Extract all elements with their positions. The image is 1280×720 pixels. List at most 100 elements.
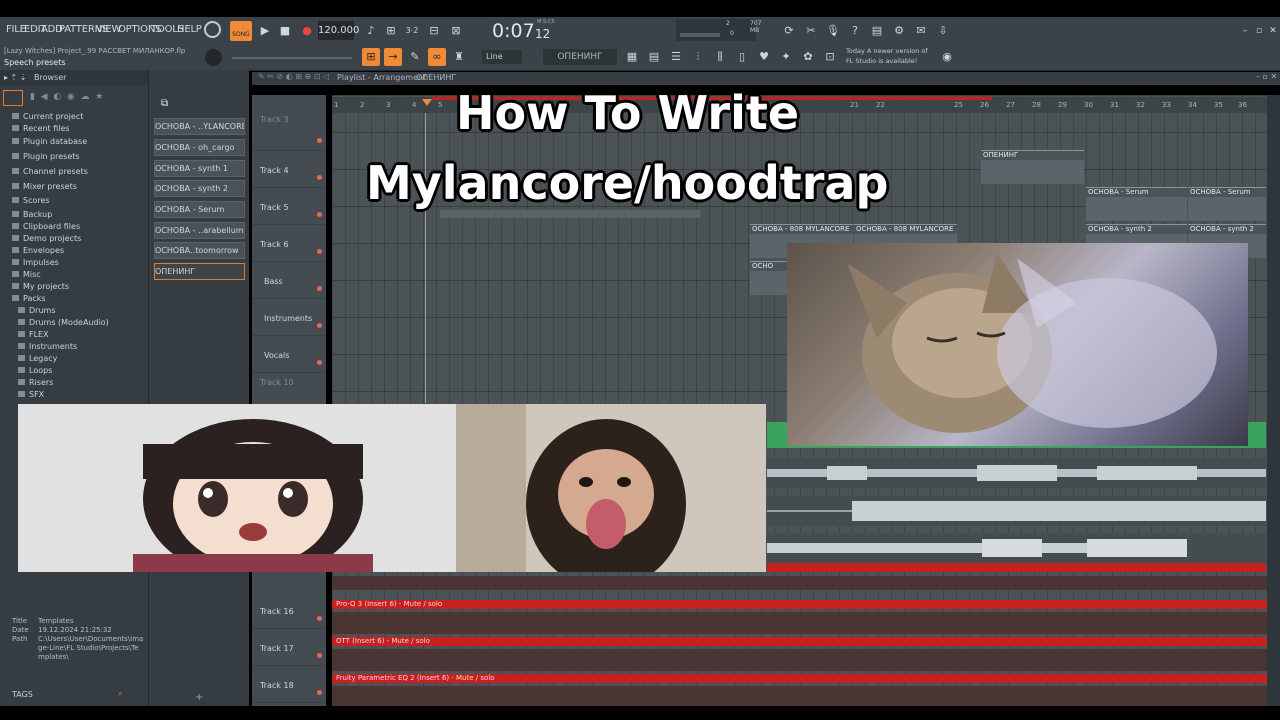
browser-header[interactable]: ▸ ⇡ ⇣ Browser	[0, 70, 148, 86]
pack-item-drums[interactable]: Drums	[18, 306, 55, 315]
pattern-item[interactable]: ОСНОВА - Serum	[154, 201, 245, 218]
arrow-icon[interactable]: →	[384, 48, 402, 66]
browser-arrows-icon[interactable]: ▸ ⇡ ⇣	[4, 70, 27, 86]
browser-all-tab[interactable]	[3, 90, 23, 106]
browser-item-impulses[interactable]: Impulses	[12, 258, 59, 267]
audio-clip[interactable]	[767, 458, 1266, 488]
master-pitch-slider[interactable]	[232, 57, 352, 59]
track-header[interactable]: Bass	[252, 261, 326, 299]
add-pattern-icon[interactable]: +	[195, 692, 203, 703]
mixer-icon[interactable]: ✂	[802, 22, 820, 40]
pattern-item[interactable]: ОСНОВА - ..YLANCORE	[154, 118, 245, 135]
download-icon[interactable]: ⇩	[934, 22, 952, 40]
automation-lane-18[interactable]	[332, 686, 1267, 706]
pattern-item[interactable]: ОСНОВА..toomorrow	[154, 242, 245, 259]
chat-icon[interactable]: ✉	[912, 22, 930, 40]
stamp-icon[interactable]: ♜	[450, 48, 468, 66]
browser-item-my-projects[interactable]: My projects	[12, 282, 69, 291]
pattern-clip[interactable]: ОПЕНИНГ	[981, 150, 1084, 184]
refresh-icon[interactable]: ⟳	[780, 22, 798, 40]
track-header[interactable]: Instruments	[252, 298, 326, 336]
update-icon[interactable]: ◉	[938, 48, 956, 66]
pattern-select[interactable]: ОПЕНИНГ	[543, 49, 617, 65]
track-header[interactable]: Track 5	[252, 187, 326, 225]
automation-lane-15[interactable]	[332, 576, 1267, 590]
blend-notes-icon[interactable]: ⊟	[425, 22, 443, 40]
browser-item-scores[interactable]: Scores	[12, 196, 50, 205]
pattern-item[interactable]: ОСНОВА - oh_cargo	[154, 139, 245, 156]
mixer-view-icon[interactable]: ⫶	[689, 48, 707, 66]
playlist-window-controls[interactable]: – ▫ ✕	[1256, 72, 1277, 81]
browser-item-packs[interactable]: Packs	[12, 294, 46, 303]
browser-item-clipboard-files[interactable]: Clipboard files	[12, 222, 80, 231]
search-icon[interactable]: ⌕	[118, 689, 123, 699]
pack-item-sfx[interactable]: SFX	[18, 390, 44, 399]
playlist-scrollbar[interactable]	[1267, 95, 1280, 706]
play-icon[interactable]: ▶	[256, 22, 274, 40]
touch-keyboard-icon[interactable]: ✦	[777, 48, 795, 66]
pencil-icon[interactable]: ✎	[406, 48, 424, 66]
pack-item-risers[interactable]: Risers	[18, 378, 53, 387]
automation-clip[interactable]: Pro-Q 3 (Insert 6) - Mute / solo	[332, 600, 1267, 609]
pattern-item[interactable]: ОСНОВА - ..arabellum	[154, 222, 245, 239]
menu-help[interactable]: HELP	[177, 24, 202, 35]
save-icon[interactable]: ▤	[868, 22, 886, 40]
pack-item-drums-modeaudio[interactable]: Drums (ModeAudio)	[18, 318, 109, 327]
browser-item-plugin-database[interactable]: Plugin database	[12, 137, 87, 146]
snap-select[interactable]: Line	[482, 50, 522, 64]
browser-tab-icons[interactable]: ▮ ◀ ◐ ◉ ☁ ★	[30, 92, 103, 102]
audio-clip[interactable]	[767, 496, 1266, 526]
pattern-item-selected[interactable]: ОПЕНИНГ	[154, 263, 245, 280]
playlist-tool-icons[interactable]: ✎ ✂ ⊘ ◐ ⊞ ⊕ ⊡ ◁	[258, 72, 329, 81]
song-mode-button[interactable]: SONG	[230, 21, 252, 41]
plugin-database-icon[interactable]: ✿	[799, 48, 817, 66]
pattern-clip-notes[interactable]	[440, 210, 700, 218]
track-header[interactable]: Track 4	[252, 150, 326, 188]
audio-clip-strip[interactable]	[767, 563, 1266, 572]
plugin-picker-icon[interactable]: ♥	[755, 48, 773, 66]
browser-item-plugin-presets[interactable]: Plugin presets	[12, 152, 80, 161]
help-icon[interactable]: ?	[846, 22, 864, 40]
automation-clip[interactable]: OTT (Insert 6) - Mute / solo	[332, 637, 1267, 646]
pattern-item[interactable]: ОСНОВА - synth 1	[154, 160, 245, 177]
time-display[interactable]: 0:07 12 M:S:CS	[480, 19, 560, 43]
master-volume-knob[interactable]	[204, 21, 221, 38]
browser-item-misc[interactable]: Misc	[12, 270, 41, 279]
browser-item-envelopes[interactable]: Envelopes	[12, 246, 64, 255]
stop-icon[interactable]: ■	[276, 22, 294, 40]
wait-input-icon[interactable]: ⊞	[382, 22, 400, 40]
countdown-icon[interactable]: 3·2	[403, 22, 421, 40]
menu-file[interactable]: FILE	[6, 24, 26, 35]
metronome-icon[interactable]: ♪	[362, 22, 380, 40]
piano-roll-icon[interactable]: ▤	[645, 48, 663, 66]
tags-label[interactable]: TAGS	[12, 690, 33, 699]
browser-item-demo-projects[interactable]: Demo projects	[12, 234, 81, 243]
automation-lane-16[interactable]	[332, 612, 1267, 634]
plugin-icon[interactable]: ⚙	[890, 22, 908, 40]
cpu-monitor[interactable]: 2 0 707 MB	[676, 19, 761, 41]
browser-item-channel-presets[interactable]: Channel presets	[12, 167, 88, 176]
record-icon[interactable]: ●	[298, 22, 316, 40]
close-icon[interactable]: ✕	[1264, 22, 1280, 40]
tempo-display[interactable]: 120.000	[318, 21, 359, 40]
pattern-clip[interactable]: ОСНОВА - Serum	[1086, 187, 1187, 221]
track-header[interactable]: Track 17	[252, 628, 326, 666]
browser-item-current-project[interactable]: Current project	[12, 112, 83, 121]
pattern-mode-icon[interactable]: ⊞	[362, 48, 380, 66]
automation-lane-17[interactable]	[332, 649, 1267, 671]
browser-icon[interactable]: ⫼	[711, 48, 729, 66]
pattern-picker-icon[interactable]: ⧉	[161, 98, 168, 109]
track-header[interactable]: Track 18	[252, 665, 326, 703]
shop-icon[interactable]: ⊡	[821, 48, 839, 66]
playlist-icon[interactable]: ▦	[623, 48, 641, 66]
pattern-item[interactable]: ОСНОВА - synth 2	[154, 180, 245, 197]
track-header[interactable]: Vocals	[252, 335, 326, 373]
pattern-clip[interactable]: ОСНОВА - Serum	[1188, 187, 1266, 221]
loop-record-icon[interactable]: ⊠	[447, 22, 465, 40]
pack-item-flex[interactable]: FLEX	[18, 330, 49, 339]
folder-icon[interactable]: ▯	[733, 48, 751, 66]
browser-item-recent-files[interactable]: Recent files	[12, 124, 70, 133]
track-header[interactable]: Track 16	[252, 591, 326, 629]
audio-clip[interactable]	[767, 533, 1266, 563]
browser-item-mixer-presets[interactable]: Mixer presets	[12, 182, 77, 191]
